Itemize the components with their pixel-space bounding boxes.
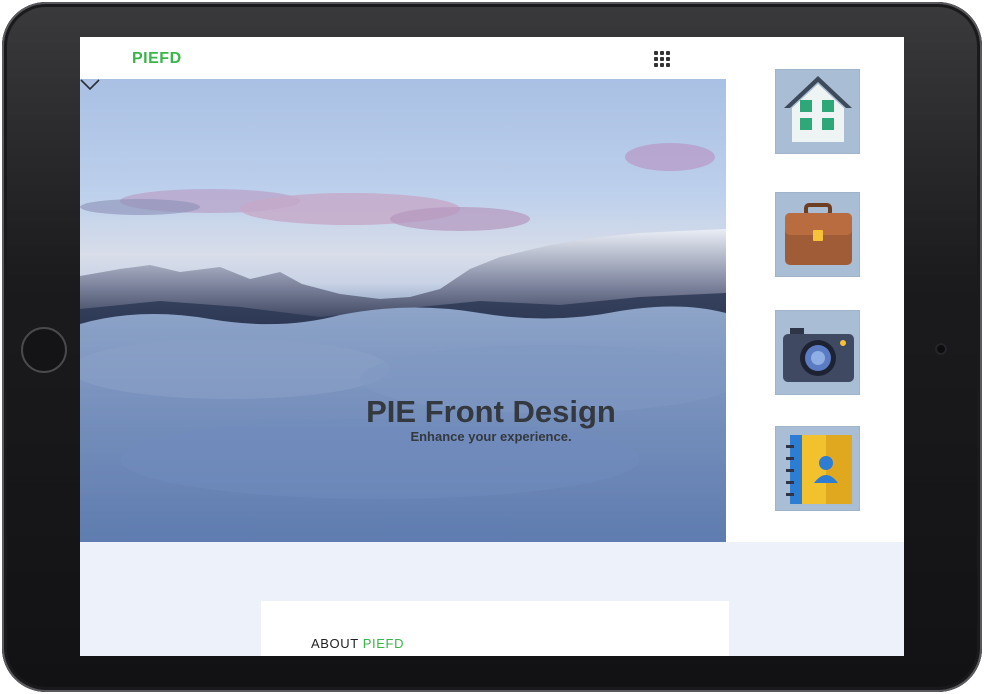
about-card: ABOUT PIEFD [261, 601, 729, 656]
camera-icon [783, 328, 854, 382]
about-label: ABOUT [311, 636, 359, 651]
front-camera [935, 343, 947, 355]
app-tile-briefcase[interactable] [775, 192, 860, 277]
about-brand: PIEFD [362, 636, 405, 651]
grid-icon[interactable] [654, 51, 670, 67]
briefcase-icon [785, 203, 852, 265]
home-button[interactable] [21, 327, 67, 373]
hero-banner: PIE Front Design Enhance your experience… [80, 79, 726, 542]
app-tile-home[interactable] [775, 69, 860, 154]
home-icon [784, 76, 852, 142]
about-heading: ABOUT PIEFD [311, 636, 404, 651]
contacts-book-icon [786, 435, 852, 504]
app-tile-camera[interactable] [775, 310, 860, 395]
hero-title: PIE Front Design [366, 394, 616, 429]
chevron-down-icon[interactable] [80, 79, 100, 91]
side-app-column [726, 37, 904, 542]
screen: PIEFD PIE Front Design Enhance your expe… [80, 37, 904, 656]
logo[interactable]: PIEFD [132, 50, 182, 68]
top-bar: PIEFD [80, 37, 726, 79]
hero-subtitle: Enhance your experience. [410, 429, 572, 444]
hero-landscape-image [80, 143, 726, 542]
app-tile-contacts[interactable] [775, 426, 860, 511]
lower-section: ABOUT PIEFD [80, 542, 904, 656]
